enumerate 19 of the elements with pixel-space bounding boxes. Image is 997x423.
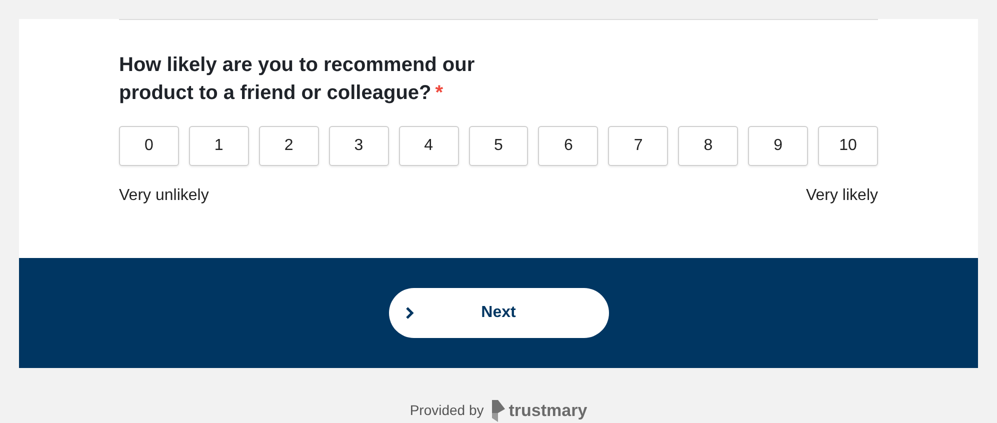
scale-low-label: Very unlikely bbox=[119, 186, 209, 206]
rating-option[interactable]: 1 bbox=[188, 126, 249, 166]
rating-option[interactable]: 3 bbox=[328, 126, 389, 166]
chevron-right-icon bbox=[404, 306, 414, 320]
logo-icon bbox=[492, 400, 505, 422]
next-button[interactable]: Next bbox=[388, 288, 608, 338]
rating-option[interactable]: 10 bbox=[818, 126, 878, 166]
rating-option[interactable]: 8 bbox=[678, 126, 738, 166]
brand-name: trustmary bbox=[508, 400, 588, 422]
rating-option[interactable]: 6 bbox=[538, 126, 598, 166]
rating-option[interactable]: 9 bbox=[748, 126, 808, 166]
rating-option[interactable]: 0 bbox=[119, 126, 179, 166]
rating-option[interactable]: 2 bbox=[258, 126, 319, 166]
rating-option[interactable]: 7 bbox=[608, 126, 668, 166]
scale-high-label: Very likely bbox=[806, 186, 878, 206]
rating-option[interactable]: 4 bbox=[398, 126, 459, 166]
question-text: How likely are you to recommend our product to a friend or colleague? * bbox=[119, 53, 476, 106]
provided-by-text: Provided by bbox=[410, 401, 484, 420]
rating-option[interactable]: 5 bbox=[468, 126, 528, 166]
